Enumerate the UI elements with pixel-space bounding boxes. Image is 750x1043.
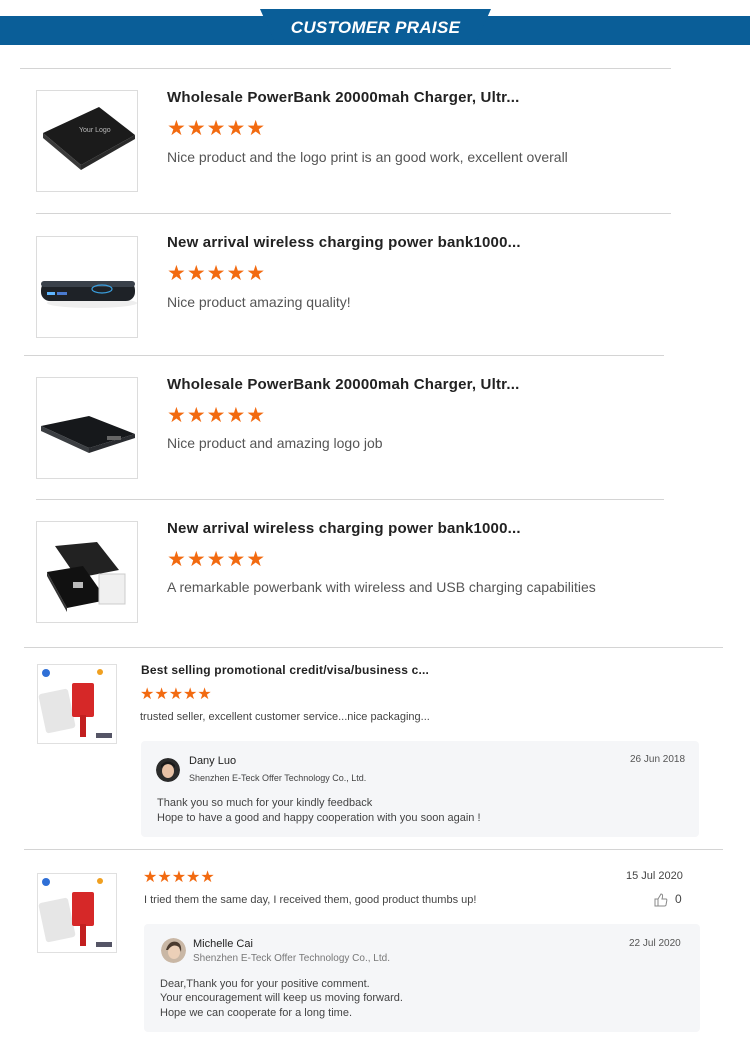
reply-author: Michelle Cai bbox=[193, 938, 253, 950]
product-thumbnail[interactable] bbox=[37, 664, 117, 744]
review-text: Nice product and the logo print is an go… bbox=[167, 149, 568, 165]
header-title: CUSTOMER PRAISE bbox=[290, 18, 461, 37]
reply-text-line1: Dear,Thank you for your positive comment… bbox=[160, 978, 370, 990]
reply-company: Shenzhen E-Teck Offer Technology Co., Lt… bbox=[189, 773, 367, 783]
reply-author: Dany Luo bbox=[189, 755, 237, 767]
divider bbox=[36, 213, 671, 214]
product-thumbnail[interactable] bbox=[36, 521, 138, 623]
review-date: 15 Jul 2020 bbox=[626, 870, 683, 882]
like-count: 0 bbox=[675, 892, 682, 906]
reply-date: 22 Jul 2020 bbox=[629, 938, 681, 949]
product-title[interactable]: New arrival wireless charging power bank… bbox=[167, 234, 521, 251]
review-text: Nice product and amazing logo job bbox=[167, 435, 383, 451]
product-thumbnail[interactable]: Your Logo bbox=[36, 90, 138, 192]
avatar bbox=[156, 758, 180, 782]
product-title[interactable]: Best selling promotional credit/visa/bus… bbox=[141, 663, 429, 677]
avatar bbox=[161, 938, 186, 963]
product-thumbnail[interactable] bbox=[36, 236, 138, 338]
rating-stars: ★★★★★ bbox=[167, 117, 267, 140]
divider bbox=[24, 355, 664, 356]
reply-text-line2: Hope to have a good and happy cooperatio… bbox=[157, 812, 481, 824]
divider bbox=[24, 849, 723, 850]
rating-stars: ★★★★★ bbox=[140, 686, 212, 703]
rating-stars: ★★★★★ bbox=[167, 262, 267, 285]
divider bbox=[36, 499, 664, 500]
product-title[interactable]: Wholesale PowerBank 20000mah Charger, Ul… bbox=[167, 89, 519, 106]
reply-text-line3: Hope we can cooperate for a long time. bbox=[160, 1007, 353, 1019]
divider bbox=[20, 68, 671, 69]
reply-text-line1: Thank you so much for your kindly feedba… bbox=[157, 797, 373, 809]
review-text: I tried them the same day, I received th… bbox=[144, 894, 477, 906]
product-thumbnail[interactable] bbox=[36, 377, 138, 479]
review-text: trusted seller, excellent customer servi… bbox=[140, 711, 430, 723]
divider bbox=[24, 647, 723, 648]
seller-reply: Dany Luo Shenzhen E-Teck Offer Technolog… bbox=[141, 741, 699, 837]
rating-stars: ★★★★★ bbox=[143, 869, 215, 886]
product-title[interactable]: New arrival wireless charging power bank… bbox=[167, 520, 521, 537]
review-text: A remarkable powerbank with wireless and… bbox=[167, 579, 596, 595]
section-header: CUSTOMER PRAISE bbox=[0, 0, 750, 45]
product-thumbnail[interactable] bbox=[37, 873, 117, 953]
rating-stars: ★★★★★ bbox=[167, 404, 267, 427]
reply-text-line2: Your encouragement will keep us moving f… bbox=[160, 992, 403, 1004]
reply-company: Shenzhen E-Teck Offer Technology Co., Lt… bbox=[193, 953, 390, 964]
seller-reply: Michelle Cai Shenzhen E-Teck Offer Techn… bbox=[144, 924, 700, 1032]
svg-text:Your Logo: Your Logo bbox=[79, 127, 111, 134]
rating-stars: ★★★★★ bbox=[167, 548, 267, 571]
thumbs-up-icon bbox=[654, 893, 668, 907]
reply-date: 26 Jun 2018 bbox=[630, 754, 686, 765]
review-text: Nice product amazing quality! bbox=[167, 294, 351, 310]
product-title[interactable]: Wholesale PowerBank 20000mah Charger, Ul… bbox=[167, 376, 519, 393]
like-button[interactable]: 0 bbox=[654, 892, 682, 912]
